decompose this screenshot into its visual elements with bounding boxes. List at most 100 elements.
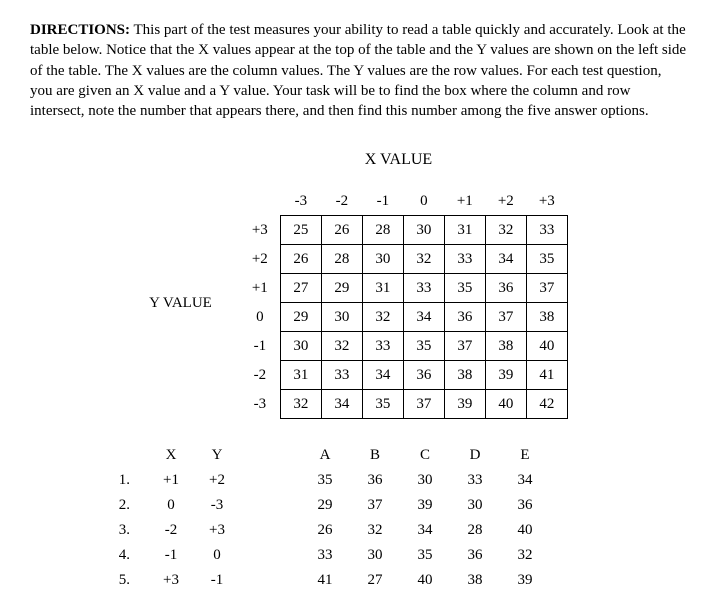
q-opt-e: 34 — [500, 468, 550, 493]
q-opt-b: 36 — [350, 468, 400, 493]
q-opt-d: 33 — [450, 468, 500, 493]
cell: 30 — [321, 303, 362, 332]
cell: 37 — [403, 390, 444, 419]
q-header-b: B — [350, 443, 400, 468]
q-opt-d: 36 — [450, 543, 500, 568]
q-opt-a: 33 — [300, 543, 350, 568]
cell: 26 — [321, 216, 362, 245]
q-header-d: D — [450, 443, 500, 468]
cell: 33 — [403, 274, 444, 303]
row-header: -1 — [240, 332, 281, 361]
cell: 32 — [403, 245, 444, 274]
cell: 37 — [444, 332, 485, 361]
col-header: +3 — [526, 187, 567, 216]
cell: 34 — [362, 361, 403, 390]
q-opt-d: 28 — [450, 518, 500, 543]
cell: 35 — [362, 390, 403, 419]
question-row: 2. 0 -3 29 37 39 30 36 — [90, 493, 550, 518]
cell: 31 — [280, 361, 321, 390]
q-num: 2. — [90, 493, 148, 518]
row-header: 0 — [240, 303, 281, 332]
cell: 35 — [444, 274, 485, 303]
cell: 34 — [485, 245, 526, 274]
cell: 34 — [403, 303, 444, 332]
cell: 31 — [444, 216, 485, 245]
cell: 37 — [485, 303, 526, 332]
cell: 33 — [526, 216, 567, 245]
q-x: -1 — [148, 543, 194, 568]
cell: 42 — [526, 390, 567, 419]
cell: 33 — [362, 332, 403, 361]
row-header: -2 — [240, 361, 281, 390]
cell: 36 — [403, 361, 444, 390]
cell: 29 — [280, 303, 321, 332]
cell: 36 — [444, 303, 485, 332]
cell: 30 — [403, 216, 444, 245]
x-value-label: X VALUE — [30, 151, 687, 169]
q-opt-a: 35 — [300, 468, 350, 493]
table-wrap: Y VALUE -3 -2 -1 0 +1 +2 +3 +3 25 26 28 … — [30, 187, 687, 419]
cell: 40 — [485, 390, 526, 419]
cell: 30 — [280, 332, 321, 361]
q-opt-e: 40 — [500, 518, 550, 543]
q-x: +1 — [148, 468, 194, 493]
q-opt-b: 37 — [350, 493, 400, 518]
row-header: +1 — [240, 274, 281, 303]
cell: 30 — [362, 245, 403, 274]
q-num: 3. — [90, 518, 148, 543]
col-header: -1 — [362, 187, 403, 216]
q-opt-e: 32 — [500, 543, 550, 568]
row-header: -3 — [240, 390, 281, 419]
cell: 33 — [321, 361, 362, 390]
directions-block: DIRECTIONS: This part of the test measur… — [30, 20, 687, 121]
cell: 38 — [526, 303, 567, 332]
q-num: 1. — [90, 468, 148, 493]
q-opt-a: 26 — [300, 518, 350, 543]
row-header: +3 — [240, 216, 281, 245]
col-header: +1 — [444, 187, 485, 216]
q-y: 0 — [194, 543, 240, 568]
q-opt-c: 35 — [400, 543, 450, 568]
col-header: -2 — [321, 187, 362, 216]
q-num: 4. — [90, 543, 148, 568]
q-opt-b: 32 — [350, 518, 400, 543]
y-value-label: Y VALUE — [149, 295, 212, 312]
questions-block: X Y A B C D E 1. +1 +2 35 36 30 33 34 2.… — [90, 443, 687, 593]
q-header-e: E — [500, 443, 550, 468]
q-header-y: Y — [194, 443, 240, 468]
row-header: +2 — [240, 245, 281, 274]
q-x: -2 — [148, 518, 194, 543]
directions-label: DIRECTIONS: — [30, 22, 130, 38]
cell: 32 — [362, 303, 403, 332]
q-opt-a: 29 — [300, 493, 350, 518]
q-header-x: X — [148, 443, 194, 468]
cell: 34 — [321, 390, 362, 419]
question-row: 1. +1 +2 35 36 30 33 34 — [90, 468, 550, 493]
q-opt-c: 30 — [400, 468, 450, 493]
cell: 32 — [280, 390, 321, 419]
cell: 32 — [321, 332, 362, 361]
cell: 41 — [526, 361, 567, 390]
q-header-c: C — [400, 443, 450, 468]
q-header-a: A — [300, 443, 350, 468]
cell: 38 — [444, 361, 485, 390]
questions-table: X Y A B C D E 1. +1 +2 35 36 30 33 34 2.… — [90, 443, 550, 593]
cell: 39 — [444, 390, 485, 419]
cell: 33 — [444, 245, 485, 274]
cell: 32 — [485, 216, 526, 245]
q-opt-c: 39 — [400, 493, 450, 518]
q-y: -3 — [194, 493, 240, 518]
col-header: 0 — [403, 187, 444, 216]
q-opt-e: 36 — [500, 493, 550, 518]
q-y: +2 — [194, 468, 240, 493]
cell: 38 — [485, 332, 526, 361]
cell: 29 — [321, 274, 362, 303]
cell: 31 — [362, 274, 403, 303]
question-row: 4. -1 0 33 30 35 36 32 — [90, 543, 550, 568]
lookup-table: -3 -2 -1 0 +1 +2 +3 +3 25 26 28 30 31 32… — [240, 187, 568, 419]
q-opt-d: 30 — [450, 493, 500, 518]
q-x: 0 — [148, 493, 194, 518]
col-header: -3 — [280, 187, 321, 216]
cell: 40 — [526, 332, 567, 361]
cell: 37 — [526, 274, 567, 303]
